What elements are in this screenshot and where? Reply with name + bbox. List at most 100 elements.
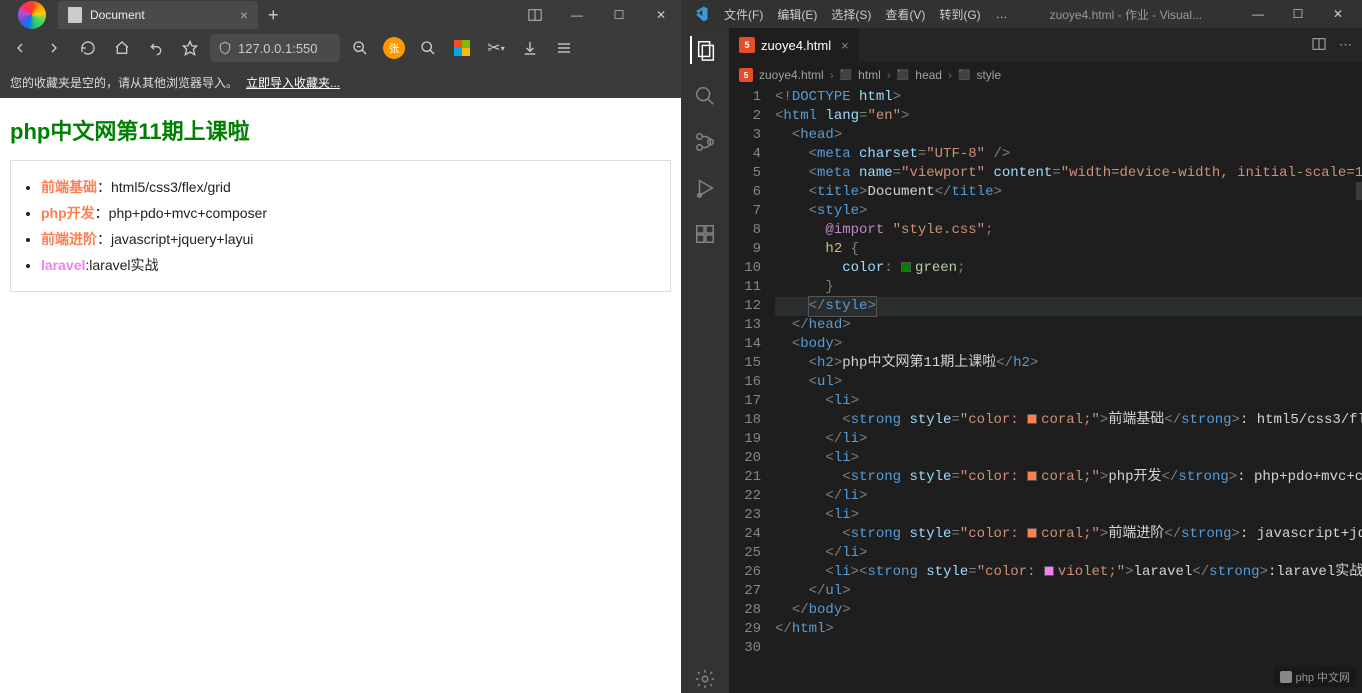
- code-line[interactable]: </li>: [775, 487, 1362, 506]
- breadcrumb[interactable]: 5zuoye4.html›⬛html›⬛head›⬛style: [729, 62, 1362, 88]
- extensions-icon[interactable]: [691, 220, 719, 248]
- back-button[interactable]: [6, 34, 34, 62]
- import-bookmarks-link[interactable]: 立即导入收藏夹...: [246, 74, 340, 91]
- explorer-icon[interactable]: [690, 36, 718, 64]
- watermark-icon: [1280, 671, 1292, 683]
- settings-gear-icon[interactable]: [691, 665, 719, 693]
- code-line[interactable]: color: green;: [775, 259, 1362, 278]
- code-line[interactable]: <body>: [775, 335, 1362, 354]
- vscode-logo-icon: [691, 5, 709, 23]
- search-icon[interactable]: [414, 34, 442, 62]
- code-line[interactable]: <title>Document</title>: [775, 183, 1362, 202]
- home-button[interactable]: [108, 34, 136, 62]
- reload-button[interactable]: [74, 34, 102, 62]
- split-editor-icon[interactable]: [1311, 36, 1327, 55]
- code-line[interactable]: <html lang="en">: [775, 107, 1362, 126]
- code-editor[interactable]: 1234567891011121314151617181920212223242…: [729, 88, 1362, 693]
- code-line[interactable]: <li>: [775, 506, 1362, 525]
- search-icon[interactable]: [691, 82, 719, 110]
- forward-button[interactable]: [40, 34, 68, 62]
- code-line[interactable]: <li><strong style="color: violet;">larav…: [775, 563, 1362, 582]
- minimap[interactable]: [1356, 182, 1362, 200]
- bookmark-star-icon[interactable]: [176, 34, 204, 62]
- download-icon[interactable]: [516, 34, 544, 62]
- code-line[interactable]: [775, 639, 1362, 658]
- list-item-strong: laravel: [41, 257, 85, 273]
- breadcrumb-item[interactable]: style: [976, 68, 1001, 82]
- line-number: 6: [729, 183, 761, 202]
- line-number: 18: [729, 411, 761, 430]
- code-line[interactable]: <li>: [775, 392, 1362, 411]
- code-line[interactable]: </head>: [775, 316, 1362, 335]
- vscode-body: 5 zuoye4.html × ⋯ 5zuoye4.html›⬛html›⬛he…: [681, 28, 1362, 693]
- browser-chrome: Document × + — ☐ ✕ 127.0.0.1:550: [0, 0, 681, 98]
- more-actions-icon[interactable]: ⋯: [1339, 37, 1352, 53]
- vs-minimize-icon[interactable]: —: [1238, 0, 1278, 28]
- line-number: 9: [729, 240, 761, 259]
- maximize-icon[interactable]: ☐: [599, 0, 639, 30]
- apps-icon[interactable]: [448, 34, 476, 62]
- line-number: 15: [729, 354, 761, 373]
- editor-tab[interactable]: 5 zuoye4.html ×: [729, 28, 860, 62]
- code-line[interactable]: </html>: [775, 620, 1362, 639]
- code-line[interactable]: </style>: [775, 297, 1362, 316]
- vs-close-icon[interactable]: ✕: [1318, 0, 1358, 28]
- breadcrumb-item[interactable]: html: [858, 68, 881, 82]
- code-line[interactable]: <head>: [775, 126, 1362, 145]
- editor-tab-actions: ⋯: [1301, 28, 1362, 62]
- breadcrumb-sep: ›: [948, 68, 952, 82]
- menu-item[interactable]: 查看(V): [878, 8, 932, 22]
- code-line[interactable]: h2 {: [775, 240, 1362, 259]
- code-line[interactable]: <strong style="color: coral;">前端进阶</stro…: [775, 525, 1362, 544]
- line-number: 12: [729, 297, 761, 316]
- zoom-out-icon[interactable]: [346, 34, 374, 62]
- code-line[interactable]: <ul>: [775, 373, 1362, 392]
- browser-toolbar: 127.0.0.1:550 张 ✂▾: [0, 30, 681, 66]
- line-number: 5: [729, 164, 761, 183]
- new-tab-button[interactable]: +: [268, 5, 279, 26]
- code-line[interactable]: <style>: [775, 202, 1362, 221]
- source-control-icon[interactable]: [691, 128, 719, 156]
- tab-close-icon[interactable]: ×: [240, 7, 248, 23]
- minimize-icon[interactable]: —: [557, 0, 597, 30]
- split-window-icon[interactable]: [515, 0, 555, 30]
- code-line[interactable]: <!DOCTYPE html>: [775, 88, 1362, 107]
- list-container: 前端基础：html5/css3/flex/gridphp开发：php+pdo+m…: [10, 160, 671, 292]
- undo-button[interactable]: [142, 34, 170, 62]
- breadcrumb-item[interactable]: zuoye4.html: [759, 68, 824, 82]
- menu-icon[interactable]: [550, 34, 578, 62]
- menu-item[interactable]: 转到(G): [932, 8, 987, 22]
- browser-logo-icon[interactable]: [18, 1, 46, 29]
- code-line[interactable]: <strong style="color: coral;">php开发</str…: [775, 468, 1362, 487]
- watermark-text: php 中文网: [1296, 669, 1350, 685]
- code-line[interactable]: @import "style.css";: [775, 221, 1362, 240]
- code-line[interactable]: }: [775, 278, 1362, 297]
- menu-overflow[interactable]: …: [990, 7, 1014, 21]
- line-number: 16: [729, 373, 761, 392]
- code-line[interactable]: </body>: [775, 601, 1362, 620]
- line-number: 30: [729, 639, 761, 658]
- code-line[interactable]: </ul>: [775, 582, 1362, 601]
- code-line[interactable]: <h2>php中文网第11期上课啦</h2>: [775, 354, 1362, 373]
- code-line[interactable]: <li>: [775, 449, 1362, 468]
- code-line[interactable]: <strong style="color: coral;">前端基础</stro…: [775, 411, 1362, 430]
- address-bar[interactable]: 127.0.0.1:550: [210, 34, 340, 62]
- vs-maximize-icon[interactable]: ☐: [1278, 0, 1318, 28]
- code-line[interactable]: <meta charset="UTF-8" />: [775, 145, 1362, 164]
- run-debug-icon[interactable]: [691, 174, 719, 202]
- menu-item[interactable]: 文件(F): [717, 8, 770, 22]
- browser-tab[interactable]: Document ×: [58, 1, 258, 29]
- profile-avatar[interactable]: 张: [380, 34, 408, 62]
- menu-item[interactable]: 选择(S): [824, 8, 878, 22]
- code-line[interactable]: <meta name="viewport" content="width=dev…: [775, 164, 1362, 183]
- code-lines[interactable]: <!DOCTYPE html><html lang="en"> <head> <…: [775, 88, 1362, 693]
- code-line[interactable]: </li>: [775, 544, 1362, 563]
- line-gutter: 1234567891011121314151617181920212223242…: [729, 88, 775, 693]
- menu-item[interactable]: 编辑(E): [770, 8, 824, 22]
- close-icon[interactable]: ✕: [641, 0, 681, 30]
- breadcrumb-item[interactable]: head: [915, 68, 942, 82]
- editor-tabs: 5 zuoye4.html × ⋯: [729, 28, 1362, 62]
- editor-tab-close-icon[interactable]: ×: [841, 38, 849, 53]
- scissors-icon[interactable]: ✂▾: [482, 34, 510, 62]
- code-line[interactable]: </li>: [775, 430, 1362, 449]
